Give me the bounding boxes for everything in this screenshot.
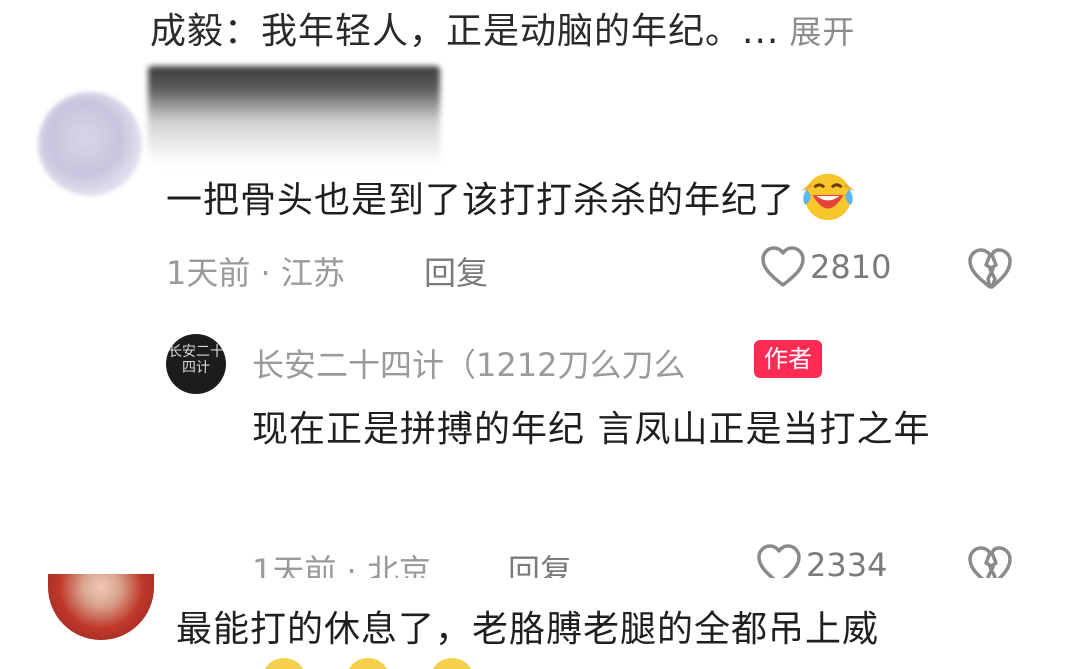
broken-heart-icon[interactable] (966, 247, 1014, 291)
avatar[interactable] (38, 92, 142, 196)
previous-comment-body: 成毅：我年轻人，正是动脑的年纪。... (150, 11, 780, 52)
laughing-crying-emoji-icon (800, 173, 856, 221)
previous-comment-text: 成毅：我年轻人，正是动脑的年纪。... 展开 (150, 2, 855, 54)
author-avatar[interactable]: 长安二十四计 (166, 334, 226, 394)
author-badge: 作者 (754, 340, 822, 378)
like-button[interactable]: 2810 (760, 245, 891, 289)
blurred-username (148, 66, 440, 166)
comment-body: 一把骨头也是到了该打打杀杀的年纪了 (166, 180, 796, 221)
comment-time-location: 1天前 · 江苏 (166, 254, 345, 292)
author-avatar-text: 长安二十四计 (168, 344, 224, 376)
reply-button[interactable]: 回复 (424, 248, 488, 294)
partial-emojis (262, 658, 474, 669)
comment-text: 一把骨头也是到了该打打杀杀的年纪了 (166, 166, 857, 224)
reply-text: 现在正是拼搏的年纪 言凤山正是当打之年 (252, 409, 931, 450)
emoji-icon (430, 658, 474, 669)
emoji-icon (346, 658, 390, 669)
emoji-icon (262, 658, 306, 669)
comment-feed: 成毅：我年轻人，正是动脑的年纪。... 展开 一把骨头也是到了该打打杀杀的年纪了 … (0, 0, 1080, 669)
next-comment-text: 最能打的休息了，老胳膊老腿的全都吊上威 (176, 609, 880, 650)
author-name[interactable]: 长安二十四计（1212刀么刀么 (252, 340, 685, 386)
like-count: 2810 (810, 248, 892, 286)
heart-icon (761, 246, 805, 287)
expand-button[interactable]: 展开 (789, 13, 855, 51)
